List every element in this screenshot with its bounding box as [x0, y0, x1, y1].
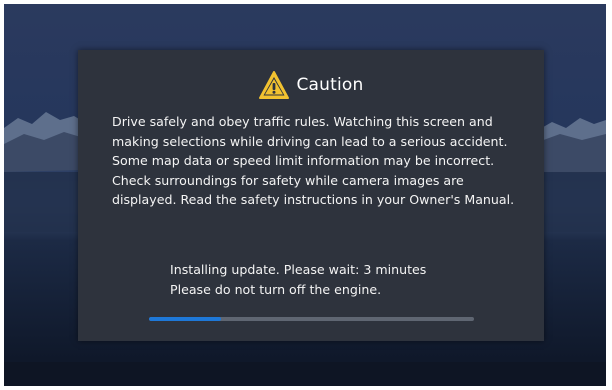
warning-triangle-icon	[259, 71, 290, 99]
update-status-warning: Please do not turn off the engine.	[170, 282, 382, 297]
screen-background: Caution Drive safely and obey traffic ru…	[4, 4, 606, 386]
update-progress-bar	[149, 317, 474, 321]
caution-dialog: Caution Drive safely and obey traffic ru…	[78, 50, 544, 341]
dialog-header: Caution	[78, 70, 544, 100]
update-status-time: Installing update. Please wait: 3 minute…	[170, 262, 427, 277]
update-status: Installing update. Please wait: 3 minute…	[170, 260, 510, 300]
caution-message: Drive safely and obey traffic rules. Wat…	[112, 114, 515, 207]
update-progress-fill	[149, 317, 221, 321]
bottom-status-bar	[4, 362, 606, 386]
dialog-title: Caution	[296, 75, 364, 95]
